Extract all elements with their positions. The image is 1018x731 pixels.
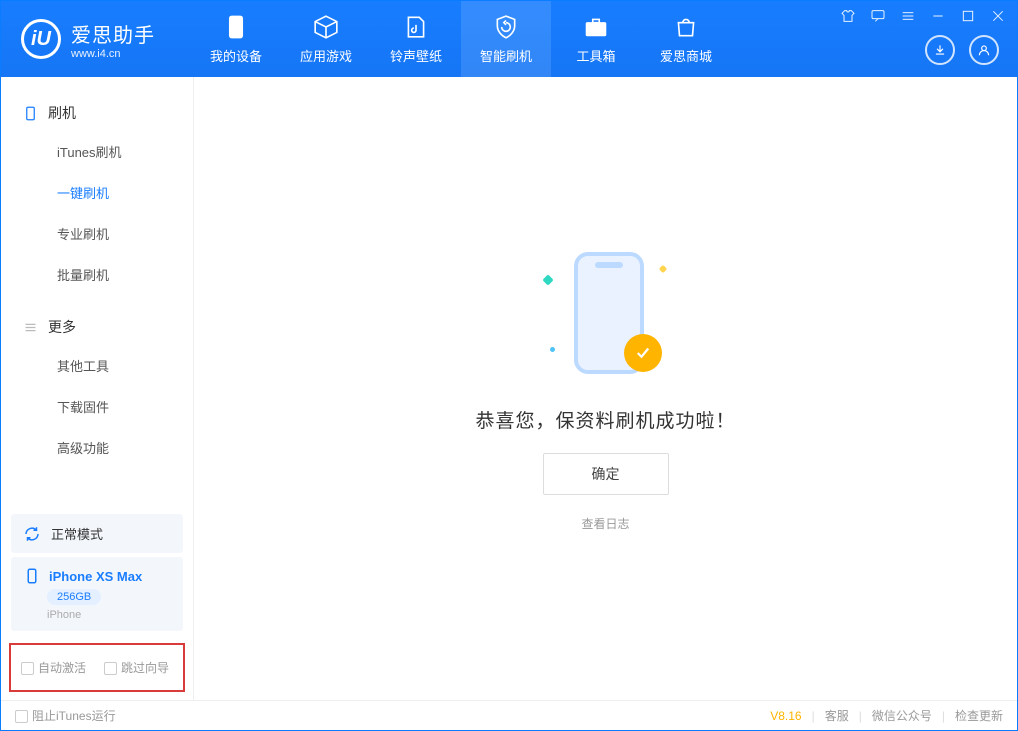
version-label: V8.16 — [770, 709, 801, 723]
sidebar-group-flash[interactable]: 刷机 — [1, 95, 193, 131]
bag-icon — [673, 14, 699, 40]
tab-label: 铃声壁纸 — [390, 46, 442, 65]
phone-outline-icon — [23, 106, 38, 121]
logo-icon: iU — [21, 19, 61, 59]
menu-icon[interactable] — [899, 7, 917, 25]
device-info[interactable]: iPhone XS Max 256GB iPhone — [11, 557, 183, 631]
top-tabs: 我的设备 应用游戏 铃声壁纸 智能刷机 工具箱 爱思商城 — [191, 1, 731, 77]
app-site: www.i4.cn — [71, 48, 155, 60]
success-illustration — [526, 246, 686, 386]
refresh-shield-icon — [493, 14, 519, 40]
feedback-icon[interactable] — [869, 7, 887, 25]
ok-button[interactable]: 确定 — [543, 453, 669, 495]
briefcase-icon — [583, 14, 609, 40]
tab-flash[interactable]: 智能刷机 — [461, 1, 551, 77]
window-controls — [839, 7, 1007, 25]
sidebar: 刷机 iTunes刷机 一键刷机 专业刷机 批量刷机 更多 其他工具 下载固件 … — [1, 77, 194, 700]
device-mode[interactable]: 正常模式 — [11, 514, 183, 553]
sidebar-item-firmware[interactable]: 下载固件 — [1, 386, 193, 427]
view-log-link[interactable]: 查看日志 — [581, 515, 629, 532]
tab-apps[interactable]: 应用游戏 — [281, 1, 371, 77]
sidebar-group-more[interactable]: 更多 — [1, 309, 193, 345]
sidebar-item-itunes[interactable]: iTunes刷机 — [1, 131, 193, 172]
sidebar-item-batch[interactable]: 批量刷机 — [1, 254, 193, 295]
tab-toolbox[interactable]: 工具箱 — [551, 1, 641, 77]
update-link[interactable]: 检查更新 — [955, 707, 1003, 724]
refresh-icon — [23, 525, 41, 543]
device-type: iPhone — [47, 609, 81, 621]
logo[interactable]: iU 爱思助手 www.i4.cn — [1, 19, 175, 60]
phone-small-icon — [23, 567, 41, 585]
sidebar-group-label: 刷机 — [48, 103, 76, 123]
support-link[interactable]: 客服 — [825, 707, 849, 724]
device-name: iPhone XS Max — [49, 569, 142, 584]
phone-icon — [223, 14, 249, 40]
tab-store[interactable]: 爱思商城 — [641, 1, 731, 77]
tab-label: 智能刷机 — [480, 46, 532, 65]
sidebar-item-oneclick[interactable]: 一键刷机 — [1, 172, 193, 213]
sidebar-item-pro[interactable]: 专业刷机 — [1, 213, 193, 254]
footer: 阻止iTunes运行 V8.16 | 客服 | 微信公众号 | 检查更新 — [1, 700, 1017, 730]
checkbox-block-itunes[interactable]: 阻止iTunes运行 — [15, 707, 116, 724]
tab-label: 我的设备 — [210, 46, 262, 65]
app-name: 爱思助手 — [71, 19, 155, 48]
main-content: 恭喜您，保资料刷机成功啦！ 确定 查看日志 — [194, 77, 1017, 700]
skin-icon[interactable] — [839, 7, 857, 25]
device-mode-label: 正常模式 — [51, 524, 103, 543]
header: iU 爱思助手 www.i4.cn 我的设备 应用游戏 铃声壁纸 智能刷机 工具… — [1, 1, 1017, 77]
device-panel: 正常模式 iPhone XS Max 256GB iPhone — [1, 510, 193, 635]
checkbox-skip-guide[interactable]: 跳过向导 — [104, 659, 169, 676]
header-right-actions — [925, 35, 999, 65]
music-file-icon — [403, 14, 429, 40]
cube-icon — [313, 14, 339, 40]
tab-label: 爱思商城 — [660, 46, 712, 65]
minimize-icon[interactable] — [929, 7, 947, 25]
device-storage: 256GB — [47, 589, 101, 605]
tab-device[interactable]: 我的设备 — [191, 1, 281, 77]
tab-ringtones[interactable]: 铃声壁纸 — [371, 1, 461, 77]
tab-label: 工具箱 — [576, 46, 615, 65]
wechat-link[interactable]: 微信公众号 — [872, 707, 932, 724]
sidebar-item-advanced[interactable]: 高级功能 — [1, 427, 193, 468]
list-icon — [23, 320, 38, 335]
sidebar-item-other[interactable]: 其他工具 — [1, 345, 193, 386]
checkbox-auto-activate[interactable]: 自动激活 — [21, 659, 86, 676]
checkmark-badge-icon — [624, 334, 662, 372]
close-icon[interactable] — [989, 7, 1007, 25]
tab-label: 应用游戏 — [300, 46, 352, 65]
success-message: 恭喜您，保资料刷机成功啦！ — [475, 406, 735, 433]
user-button[interactable] — [969, 35, 999, 65]
sidebar-group-label: 更多 — [48, 317, 76, 337]
maximize-icon[interactable] — [959, 7, 977, 25]
download-button[interactable] — [925, 35, 955, 65]
options-row: 自动激活 跳过向导 — [9, 643, 185, 692]
